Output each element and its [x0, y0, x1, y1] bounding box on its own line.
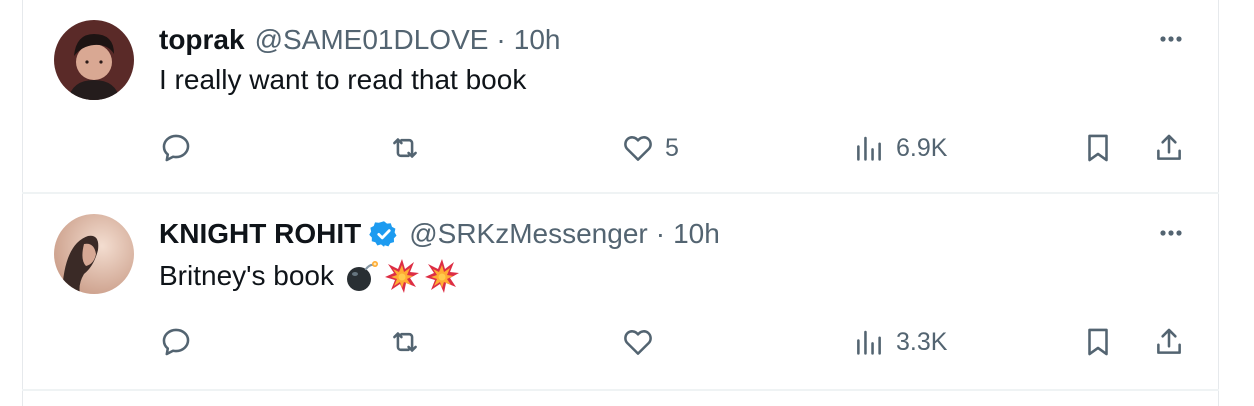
- display-name[interactable]: toprak: [159, 24, 245, 56]
- views-button[interactable]: 6.9K: [852, 128, 947, 168]
- separator: ·: [496, 24, 506, 55]
- avatar[interactable]: [54, 20, 134, 100]
- view-count: 6.9K: [896, 133, 948, 162]
- handle[interactable]: @SRKzMessenger: [409, 218, 648, 250]
- views-icon: [857, 330, 881, 355]
- separator: ·: [655, 218, 666, 249]
- views-icon: [857, 136, 881, 161]
- retweet-icon: [393, 138, 417, 158]
- tweet-text-content: I really want to read that book: [159, 64, 527, 95]
- reply-icon: [162, 134, 190, 162]
- more-options-button[interactable]: [1154, 22, 1188, 56]
- like-button[interactable]: 5: [621, 128, 679, 168]
- avatar-image: [54, 214, 134, 294]
- views-button[interactable]: 3.3K: [852, 322, 947, 362]
- display-name[interactable]: KNIGHT ROHIT: [159, 218, 361, 250]
- verified-badge-icon: [369, 219, 399, 249]
- share-icon: [1157, 328, 1181, 354]
- collision-emoji: [424, 258, 460, 294]
- reply-button[interactable]: [159, 322, 203, 362]
- action-bar: 5 6.9K: [22, 128, 1219, 168]
- view-count: 3.3K: [896, 327, 948, 356]
- action-bar: 3.3K: [22, 322, 1219, 362]
- retweet-button[interactable]: [388, 322, 432, 362]
- tweet-header: KNIGHT ROHIT @SRKzMessenger · 10h: [159, 216, 720, 252]
- tweet-text-content: Britney's book: [159, 260, 334, 291]
- timestamp[interactable]: 10h: [673, 218, 720, 250]
- timestamp[interactable]: 10h: [514, 24, 561, 56]
- retweet-icon: [393, 332, 417, 352]
- bomb-emoji: [344, 258, 380, 294]
- tweet-text: I really want to read that book: [159, 64, 526, 96]
- bookmark-button[interactable]: [1081, 128, 1115, 168]
- more-options-button[interactable]: [1154, 216, 1188, 250]
- reply-icon: [162, 328, 190, 356]
- tweet[interactable]: KNIGHT ROHIT @SRKzMessenger · 10h Britne…: [22, 194, 1219, 386]
- share-button[interactable]: [1152, 322, 1186, 362]
- heart-icon: [624, 136, 652, 161]
- share-icon: [1157, 134, 1181, 160]
- collision-emoji: [384, 258, 420, 294]
- more-icon: [1160, 36, 1182, 42]
- retweet-button[interactable]: [388, 128, 432, 168]
- tweet[interactable]: toprak @SAME01DLOVE · 10h I really want …: [22, 0, 1219, 192]
- reply-button[interactable]: [159, 128, 203, 168]
- more-icon: [1160, 230, 1182, 236]
- tweet-divider: [22, 389, 1219, 391]
- bookmark-icon: [1088, 328, 1108, 356]
- handle[interactable]: @SAME01DLOVE: [255, 24, 489, 56]
- like-count: 5: [665, 133, 679, 162]
- tweet-text: Britney's book: [159, 258, 460, 294]
- bookmark-button[interactable]: [1081, 322, 1115, 362]
- share-button[interactable]: [1152, 128, 1186, 168]
- like-button[interactable]: [621, 322, 665, 362]
- bookmark-icon: [1088, 134, 1108, 162]
- avatar-image: [54, 20, 134, 100]
- tweet-header: toprak @SAME01DLOVE · 10h: [159, 22, 560, 58]
- heart-icon: [624, 330, 652, 355]
- avatar[interactable]: [54, 214, 134, 294]
